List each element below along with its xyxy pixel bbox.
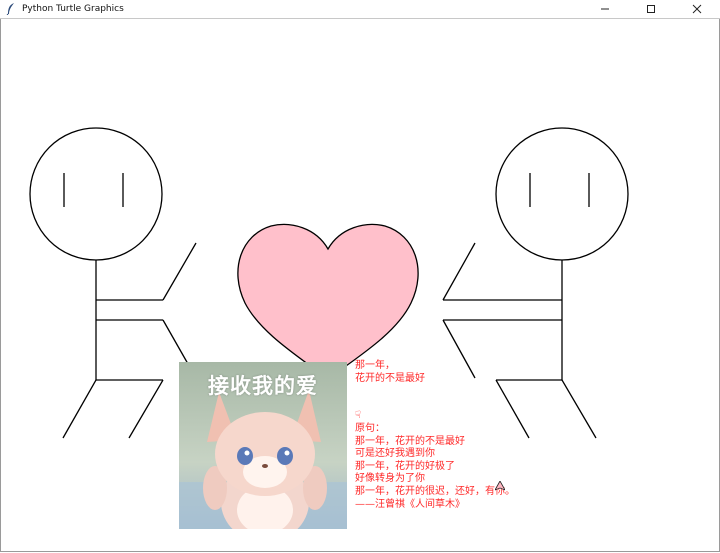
poem-line: 那一年，花开的好极了 xyxy=(355,460,455,472)
poem-line: 那一年，花开的很迟，还好，有你。 xyxy=(355,485,515,497)
turtle-cursor-icon xyxy=(495,481,505,491)
poem-line: 那一年， xyxy=(355,360,395,371)
maximize-icon xyxy=(647,5,655,13)
poem-line: 花开的不是最好 xyxy=(355,372,425,384)
window-title: Python Turtle Graphics xyxy=(22,4,124,14)
window-controls xyxy=(582,0,720,18)
poem-line: 可是还好我遇到你 xyxy=(355,448,435,460)
poem-line xyxy=(355,385,605,398)
photo-caption: 接收我的爱 xyxy=(208,374,318,398)
turtle-canvas[interactable]: 接收我的爱 那一年， 花开的不是最好 ☟ 原句： 那一年，花开的不是最好 可是还… xyxy=(0,19,720,552)
poem-line xyxy=(355,398,605,411)
poem-line: 好像转身为了你 xyxy=(355,473,425,485)
poem-line: 原句： xyxy=(355,422,385,434)
poem-line: 那一年，花开的不是最好 xyxy=(355,435,465,447)
poem-line: ——汪曾祺《人间草木》 xyxy=(355,498,465,510)
right-figure-head xyxy=(495,127,629,261)
left-figure-upper-forearm xyxy=(162,242,197,301)
close-icon xyxy=(692,4,702,14)
heart-shape xyxy=(237,223,419,380)
feather-icon xyxy=(4,2,18,16)
right-figure-upper-hand xyxy=(442,242,476,301)
maximize-button[interactable] xyxy=(628,0,674,18)
title-bar: Python Turtle Graphics xyxy=(0,0,720,19)
left-figure-head xyxy=(29,127,163,261)
poem-text: 那一年， 花开的不是最好 ☟ 原句： 那一年，花开的不是最好 可是还好我遇到你 … xyxy=(355,360,605,511)
minimize-button[interactable] xyxy=(582,0,628,18)
pointing-down-icon: ☟ xyxy=(355,410,362,422)
close-button[interactable] xyxy=(674,0,720,18)
plush-photo: 接收我的爱 xyxy=(179,362,347,529)
left-figure-leg-left xyxy=(62,379,97,439)
left-figure-leg-right-lower xyxy=(128,379,164,439)
left-stick-figure xyxy=(29,127,197,439)
minimize-icon xyxy=(601,8,609,10)
